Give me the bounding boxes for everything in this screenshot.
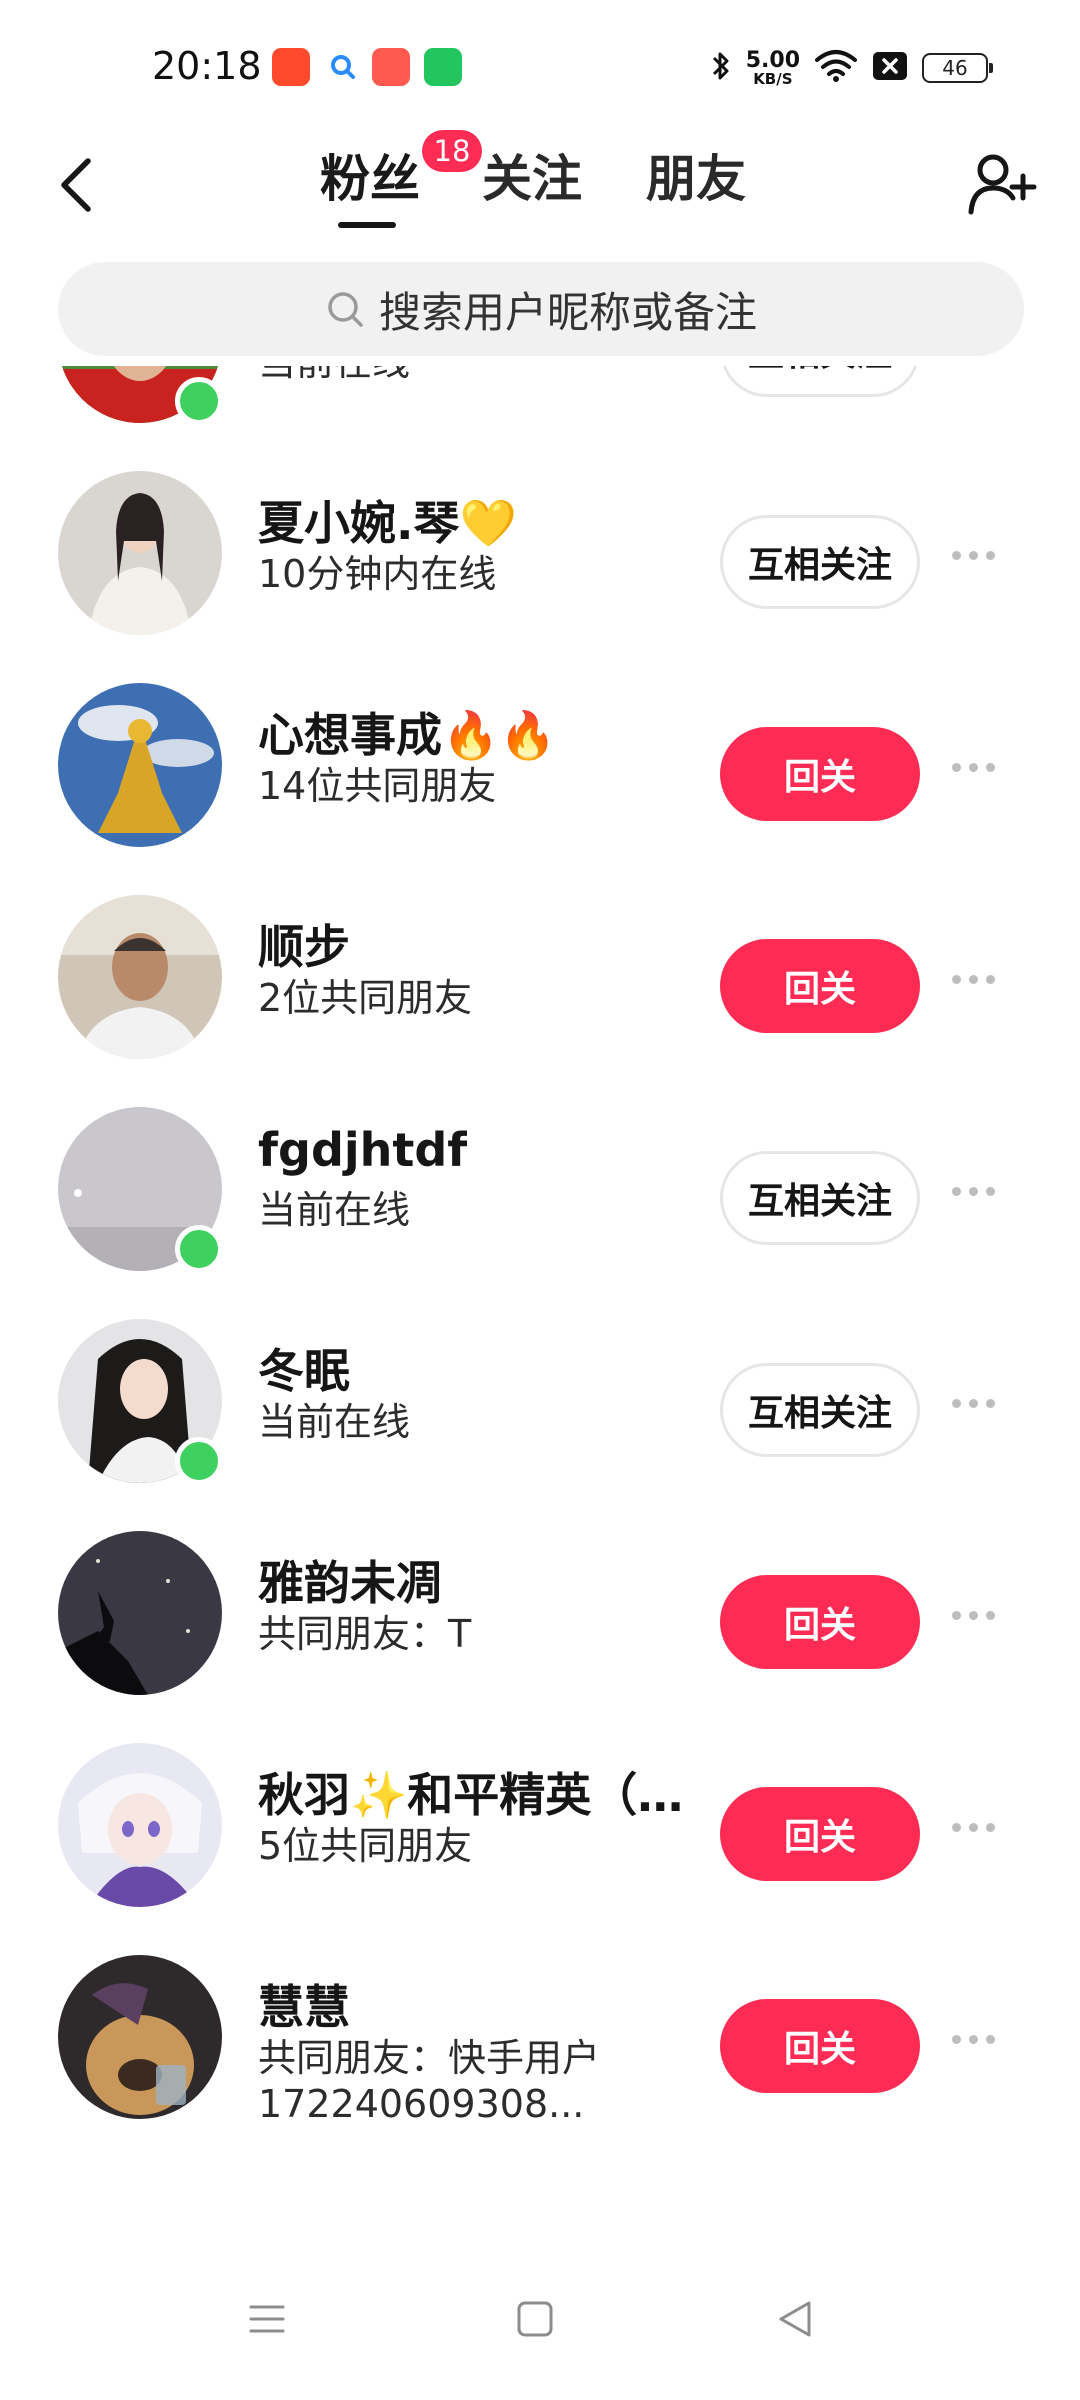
- shopping-app-icon: [424, 48, 462, 86]
- user-name: 雅韵未凋: [258, 1556, 442, 1610]
- more-options-icon[interactable]: [952, 1823, 995, 1832]
- battery-icon: 46: [922, 53, 993, 83]
- mutual-follow-button[interactable]: 互相关注: [720, 1363, 920, 1457]
- follow-back-button[interactable]: 回关: [720, 727, 920, 821]
- user-name: 心想事成🔥🔥: [258, 708, 557, 762]
- avatar[interactable]: [58, 683, 222, 847]
- user-status: 当前在线: [258, 1400, 411, 1444]
- add-friend-button[interactable]: [964, 146, 1040, 222]
- list-item[interactable]: 九步 当前在线 互相关注: [0, 366, 1080, 433]
- more-options-icon[interactable]: [952, 763, 995, 772]
- list-item[interactable]: 顺步 2位共同朋友 回关: [0, 857, 1080, 1069]
- list-item[interactable]: 慧慧 共同朋友：快手用户172240609308... 回关: [0, 1917, 1080, 2129]
- avatar[interactable]: [58, 895, 222, 1059]
- mute-icon: [872, 51, 908, 85]
- back-arrow-icon: [61, 158, 91, 212]
- net-speed: 5.00 KB/S: [745, 47, 800, 88]
- mutual-follow-button[interactable]: 互相关注: [720, 515, 920, 609]
- fans-count-badge: 18: [422, 130, 482, 172]
- follow-back-button[interactable]: 回关: [720, 1999, 920, 2093]
- more-options-icon[interactable]: [952, 1611, 995, 1620]
- user-status: 2位共同朋友: [258, 976, 473, 1020]
- fans-list-screen: 20:18 5.00 KB/S 46 粉丝 18 关注 朋友 搜索用户昵称或备注…: [0, 0, 1080, 2400]
- user-name: 顺步: [258, 920, 350, 974]
- online-indicator: [175, 377, 223, 425]
- online-indicator: [175, 1225, 223, 1273]
- more-options-icon[interactable]: [952, 1187, 995, 1196]
- add-user-icon: [968, 154, 1037, 215]
- menu-icon: [249, 2305, 285, 2333]
- user-status: 当前在线: [258, 1188, 411, 1232]
- avatar[interactable]: [58, 471, 222, 635]
- list-item[interactable]: fgdjhtdf 当前在线 互相关注: [0, 1069, 1080, 1281]
- fans-list[interactable]: 九步 当前在线 互相关注 夏小婉.琴💛 10分钟内在线 互相关注 心想事成🔥🔥: [0, 366, 1080, 2236]
- status-right-group: 5.00 KB/S 46: [710, 46, 993, 90]
- header: 粉丝 18 关注 朋友: [0, 130, 1080, 240]
- follow-back-button[interactable]: 回关: [720, 1787, 920, 1881]
- list-item[interactable]: 雅韵未凋 共同朋友：T 回关: [0, 1493, 1080, 1705]
- music-app-icon: [372, 48, 410, 86]
- more-options-icon[interactable]: [952, 975, 995, 984]
- net-speed-unit: KB/S: [753, 69, 793, 88]
- more-options-icon[interactable]: [952, 551, 995, 560]
- bluetooth-icon: [710, 49, 732, 87]
- online-indicator: [175, 1437, 223, 1485]
- avatar[interactable]: [58, 1531, 222, 1695]
- avatar[interactable]: [58, 1955, 222, 2119]
- app-store-icon: [272, 48, 310, 86]
- user-status: 5位共同朋友: [258, 1824, 473, 1868]
- tab-following[interactable]: 关注: [482, 144, 582, 214]
- user-status: 当前在线: [258, 366, 410, 385]
- fans-list-content: 九步 当前在线 互相关注 夏小婉.琴💛 10分钟内在线 互相关注 心想事成🔥🔥: [0, 366, 1080, 2129]
- user-name: 秋羽✨和平精英（...: [258, 1768, 688, 1822]
- search-placeholder: 搜索用户昵称或备注: [378, 287, 757, 337]
- follow-back-button[interactable]: 回关: [720, 1575, 920, 1669]
- mutual-follow-button[interactable]: 互相关注: [720, 366, 920, 397]
- mutual-follow-button[interactable]: 互相关注: [720, 1151, 920, 1245]
- net-speed-value: 5.00: [745, 47, 800, 73]
- list-item[interactable]: 心想事成🔥🔥 14位共同朋友 回关: [0, 645, 1080, 857]
- system-nav-bar: [0, 2236, 1080, 2400]
- search-app-icon: [324, 48, 362, 86]
- follow-back-button[interactable]: 回关: [720, 939, 920, 1033]
- more-options-icon[interactable]: [952, 2035, 995, 2044]
- user-status: 共同朋友：T: [258, 1612, 472, 1656]
- user-name: 慧慧: [258, 1980, 350, 2034]
- back-nav-button[interactable]: [760, 2284, 830, 2354]
- user-status: 14位共同朋友: [258, 764, 497, 808]
- user-status: 10分钟内在线: [258, 552, 497, 596]
- user-name: fgdjhtdf: [258, 1123, 468, 1177]
- list-item[interactable]: 秋羽✨和平精英（... 5位共同朋友 回关: [0, 1705, 1080, 1917]
- avatar[interactable]: [58, 1743, 222, 1907]
- tab-fans[interactable]: 粉丝: [320, 144, 420, 214]
- active-tab-indicator: [338, 222, 396, 228]
- user-status: 共同朋友：快手用户172240609308...: [258, 2036, 601, 2126]
- home-nav-button[interactable]: [500, 2284, 570, 2354]
- user-name: 夏小婉.琴💛: [258, 496, 517, 550]
- more-options-icon[interactable]: [952, 1399, 995, 1408]
- home-square-icon: [517, 2301, 553, 2337]
- list-item[interactable]: 夏小婉.琴💛 10分钟内在线 互相关注: [0, 433, 1080, 645]
- search-icon: [328, 292, 363, 327]
- list-item[interactable]: 冬眠 当前在线 互相关注: [0, 1281, 1080, 1493]
- back-triangle-icon: [779, 2301, 811, 2337]
- menu-nav-button[interactable]: [232, 2284, 302, 2354]
- user-name: 冬眠: [258, 1344, 350, 1398]
- back-button[interactable]: [46, 150, 106, 220]
- tab-friends[interactable]: 朋友: [646, 144, 746, 214]
- status-bar: 20:18 5.00 KB/S 46: [0, 0, 1080, 130]
- wifi-icon: [814, 49, 858, 87]
- status-time: 20:18: [152, 44, 262, 88]
- search-input[interactable]: 搜索用户昵称或备注: [58, 262, 1024, 356]
